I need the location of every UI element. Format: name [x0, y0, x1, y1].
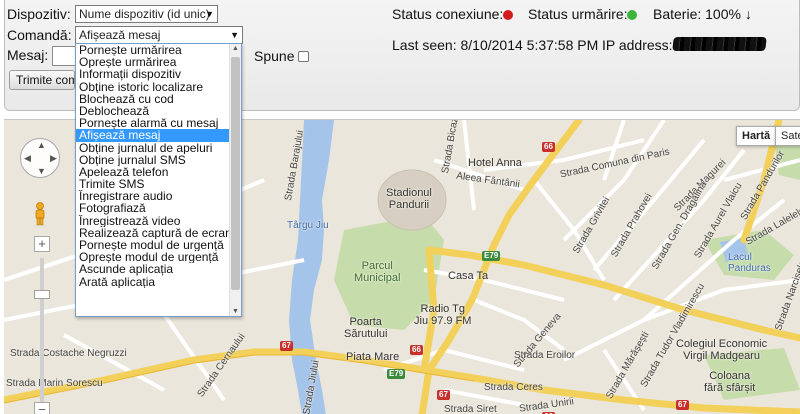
speak-checkbox[interactable]: [298, 51, 309, 62]
pan-control[interactable]: ▲ ▼ ◀ ▶: [20, 138, 60, 178]
chevron-down-icon: ▼: [230, 30, 239, 40]
route-shield-e79: E79: [387, 369, 406, 379]
map-label-hotel-anna: Hotel Anna: [468, 157, 522, 169]
last-seen: Last seen: 8/10/2014 5:37:58 PM: [392, 37, 599, 53]
device-label: Dispozitiv:: [7, 6, 71, 22]
connection-status-label: Status conexiune:: [392, 6, 504, 22]
map-label-targu-jiu: Târgu Jiu: [287, 220, 329, 231]
street-view-pegman-icon[interactable]: [33, 202, 47, 226]
command-option[interactable]: Deblochează: [76, 105, 229, 117]
pan-down-icon[interactable]: ▼: [37, 166, 46, 176]
ip-address-label: IP address:: [602, 37, 673, 53]
message-label: Mesaj:: [7, 47, 49, 63]
command-select[interactable]: Afișează mesaj ▼: [75, 26, 243, 44]
command-option[interactable]: Pornește alarmă cu mesaj: [76, 117, 229, 129]
command-option[interactable]: Afișează mesaj: [76, 129, 229, 142]
pan-right-icon[interactable]: ▶: [50, 153, 57, 164]
map-label-parc: Parcul Municipal: [354, 260, 401, 284]
route-shield-66: 66: [542, 142, 555, 152]
command-option[interactable]: Blochează cu cod: [76, 93, 229, 105]
map-label-casa-ta: Casa Ta: [448, 270, 489, 282]
command-select-value: Afișează mesaj: [79, 28, 161, 42]
speak-label: Spune: [254, 48, 295, 64]
street-label: Strada Marin Sorescu: [6, 378, 103, 389]
tracking-status-indicator-icon: [627, 10, 637, 20]
street-label: Strada Ceres: [484, 382, 543, 393]
map-type-map-button[interactable]: Hartă: [736, 126, 777, 146]
command-dropdown-list[interactable]: Pornește urmărirea Oprește urmărirea Infor…: [75, 43, 242, 317]
zoom-out-button[interactable]: −: [34, 402, 50, 414]
street-label: Strada Siret: [444, 404, 497, 414]
message-input[interactable]: [52, 46, 76, 66]
map-label-stadion: Stadionul Pandurii: [386, 187, 432, 211]
connection-status-indicator-icon: [503, 10, 513, 20]
scroll-up-icon[interactable]: ▲: [232, 45, 239, 52]
device-select[interactable]: Nume dispozitiv (id unic) ▼: [75, 5, 218, 23]
pan-left-icon[interactable]: ◀: [24, 153, 31, 164]
scroll-down-icon[interactable]: ▼: [232, 308, 239, 315]
command-label: Comandă:: [7, 27, 72, 43]
command-option[interactable]: Arată aplicația: [76, 276, 229, 288]
street-label: Strada Costache Negruzzi: [10, 348, 127, 359]
command-option[interactable]: Fotografiază: [76, 202, 229, 214]
command-option[interactable]: Obține istoric localizare: [76, 81, 229, 93]
scrollbar-thumb[interactable]: [231, 57, 240, 290]
route-shield-67: 67: [676, 400, 689, 410]
pan-up-icon[interactable]: ▲: [37, 140, 46, 150]
map-label-colegiul: Colegiul Economic Virgil Madgearu: [676, 338, 768, 362]
command-option[interactable]: Realizează captură de ecran: [76, 227, 229, 239]
dropdown-scrollbar[interactable]: ▲ ▼: [229, 44, 241, 316]
command-option[interactable]: Apelează telefon: [76, 166, 229, 178]
map-label-radio: Radio Tg Jiu 97.9 FM: [414, 303, 472, 327]
tracking-status-label: Status urmărire:: [528, 6, 628, 22]
route-shield-66: 66: [410, 345, 423, 355]
battery-status: Baterie: 100% ↓: [653, 6, 752, 22]
command-option[interactable]: Oprește urmărirea: [76, 56, 229, 68]
map-label-piata-mare: Piata Mare: [346, 351, 400, 363]
zoom-slider-thumb[interactable]: [34, 290, 50, 299]
street-label: Strada Eroilor: [514, 350, 576, 361]
command-option[interactable]: Ascunde aplicația: [76, 263, 229, 275]
command-option[interactable]: Obține jurnalul de apeluri: [76, 142, 229, 154]
route-shield-e79: E79: [482, 251, 501, 261]
route-shield-67: 67: [437, 390, 450, 400]
map-label-lacul: Lacul Panduras: [728, 252, 771, 274]
send-command-button[interactable]: Trimite comanda: [9, 70, 75, 90]
map-label-coloana: Coloana fără sfârșit: [704, 370, 756, 394]
route-shield-67: 67: [280, 341, 293, 351]
zoom-slider-track[interactable]: [40, 258, 44, 414]
chevron-down-icon: ▼: [205, 9, 214, 19]
map-type-satellite-button[interactable]: Sate: [775, 126, 800, 146]
command-option[interactable]: Pornește urmărirea: [76, 44, 229, 56]
command-option[interactable]: Înregistrează video: [76, 215, 229, 227]
command-option[interactable]: Oprește modul de urgență: [76, 251, 229, 263]
command-option[interactable]: Obține jurnalul SMS: [76, 154, 229, 166]
zoom-in-button[interactable]: +: [34, 236, 50, 252]
command-option[interactable]: Trimite SMS: [76, 178, 229, 190]
ip-address-redacted: [672, 37, 767, 51]
command-option[interactable]: Înregistrare audio: [76, 190, 229, 202]
map-label-poarta: Poarta Sărutului: [344, 316, 388, 340]
command-option[interactable]: Pornește modul de urgență: [76, 239, 229, 251]
command-option[interactable]: Informații dispozitiv: [76, 68, 229, 80]
device-select-value: Nume dispozitiv (id unic): [79, 7, 210, 21]
